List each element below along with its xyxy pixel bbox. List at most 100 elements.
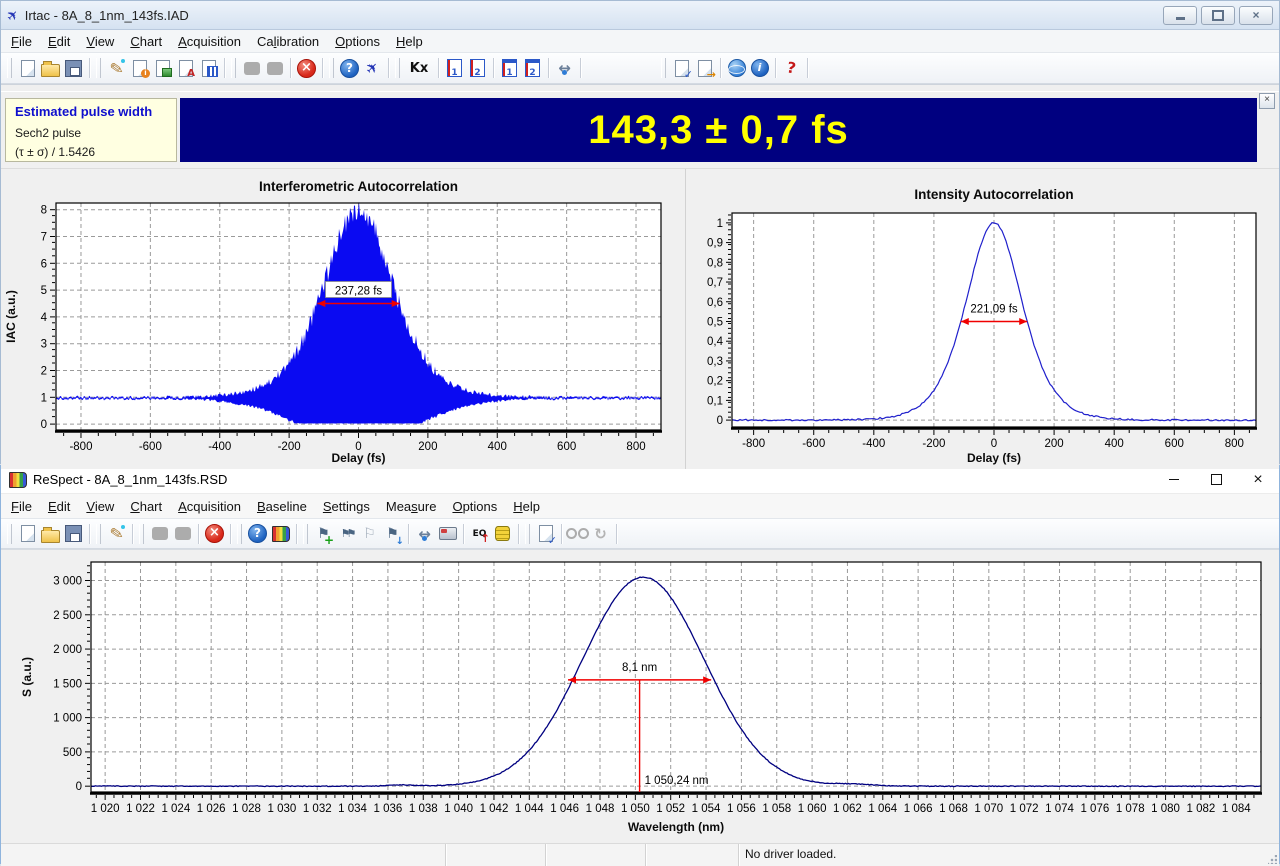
svg-text:1 060: 1 060 [798, 803, 827, 815]
toolbar-handle[interactable] [395, 58, 400, 78]
menu-item-calibration[interactable]: Calibration [249, 32, 327, 51]
menu-item-measure[interactable]: Measure [378, 497, 445, 516]
interferometric-autocorrelation-chart[interactable]: -800-600-400-2000200400600800012345678In… [1, 169, 683, 469]
toolbar-handle[interactable] [139, 524, 144, 544]
paste-disabled-icon [263, 57, 286, 79]
transfer-data-icon[interactable] [413, 523, 436, 545]
status-pane-2 [446, 844, 546, 866]
annotate-tool-icon[interactable] [105, 57, 128, 79]
irtac-tool-icon[interactable] [361, 57, 384, 79]
svg-text:1 022: 1 022 [126, 803, 155, 815]
validate-document-icon[interactable] [670, 57, 693, 79]
menu-item-file[interactable]: File [3, 497, 40, 516]
about-info-icon[interactable] [748, 57, 771, 79]
menu-item-file[interactable]: File [3, 32, 40, 51]
toolbar-handle[interactable] [661, 58, 666, 78]
menu-item-chart[interactable]: Chart [122, 497, 170, 516]
help-icon[interactable] [246, 523, 269, 545]
web-link-icon[interactable] [725, 57, 748, 79]
irtac-titlebar[interactable]: ✈ Irtac - 8A_8_1nm_143fs.IAD × [1, 1, 1279, 30]
toolbar-handle[interactable] [7, 58, 12, 78]
menu-item-options[interactable]: Options [327, 32, 388, 51]
export-image-icon[interactable] [151, 57, 174, 79]
toolbar-separator [807, 58, 808, 78]
respect-maximize-button[interactable] [1195, 466, 1237, 493]
svg-text:-400: -400 [208, 441, 231, 453]
result-panel-close-button[interactable]: × [1259, 93, 1275, 109]
spectrum-chart[interactable]: 1 0201 0221 0241 0261 0281 0301 0321 034… [1, 550, 1277, 842]
open-file-icon[interactable] [39, 523, 62, 545]
chart-2-icon[interactable]: 2 [466, 57, 489, 79]
save-file-icon[interactable] [62, 523, 85, 545]
irtac-close-button[interactable]: × [1239, 6, 1273, 25]
annotate-tool-icon[interactable] [105, 523, 128, 545]
menu-item-edit[interactable]: Edit [40, 497, 78, 516]
irtac-minimize-button[interactable] [1163, 6, 1197, 25]
transfer-data-icon[interactable] [553, 57, 576, 79]
kx-calibration-icon[interactable]: Kx [404, 57, 434, 79]
refresh-question-icon[interactable] [780, 57, 803, 79]
svg-text:1 070: 1 070 [974, 803, 1003, 815]
edit-chart-2-icon[interactable]: 2 [521, 57, 544, 79]
svg-text:0: 0 [76, 781, 82, 793]
toolbar-handle[interactable] [237, 524, 242, 544]
menu-item-baseline[interactable]: Baseline [249, 497, 315, 516]
irtac-restore-button[interactable] [1201, 6, 1235, 25]
menu-item-options[interactable]: Options [444, 497, 505, 516]
menu-item-view[interactable]: View [78, 32, 122, 51]
svg-text:2 000: 2 000 [53, 644, 82, 656]
toolbar-handle[interactable] [96, 58, 101, 78]
svg-text:1 030: 1 030 [267, 803, 296, 815]
svg-text:1: 1 [41, 392, 47, 404]
database-icon[interactable] [491, 523, 514, 545]
respect-manual-icon[interactable] [269, 523, 292, 545]
toolbar-handle[interactable] [525, 524, 530, 544]
validate-document-icon[interactable] [534, 523, 557, 545]
respect-minimize-button[interactable] [1153, 466, 1195, 493]
document-info-icon[interactable] [128, 57, 151, 79]
edit-chart-1-icon[interactable]: 1 [498, 57, 521, 79]
font-document-icon[interactable] [174, 57, 197, 79]
open-file-icon[interactable] [39, 57, 62, 79]
pulse-width-banner: 143,3 ± 0,7 fs [180, 98, 1257, 162]
toolbar-separator [438, 58, 439, 78]
toolbar-handle[interactable] [96, 524, 101, 544]
help-icon[interactable] [338, 57, 361, 79]
respect-titlebar[interactable]: ReSpect - 8A_8_1nm_143fs.RSD × [1, 466, 1279, 494]
menu-item-acquisition[interactable]: Acquisition [170, 497, 249, 516]
toolbar-handle[interactable] [7, 524, 12, 544]
resize-grip[interactable] [1265, 844, 1279, 866]
toolbar-handle[interactable] [231, 58, 236, 78]
new-document-icon[interactable] [16, 57, 39, 79]
chart-1-icon[interactable]: 1 [443, 57, 466, 79]
export-document-icon[interactable] [693, 57, 716, 79]
irtac-app-icon: ✈ [3, 5, 23, 25]
menu-item-acquisition[interactable]: Acquisition [170, 32, 249, 51]
toolbar-separator [224, 58, 225, 78]
respect-close-button[interactable]: × [1237, 466, 1279, 493]
menu-item-help[interactable]: Help [388, 32, 431, 51]
new-document-icon[interactable] [16, 523, 39, 545]
menu-item-chart[interactable]: Chart [122, 32, 170, 51]
report-document-icon[interactable] [197, 57, 220, 79]
equalizer-icon[interactable]: EQ [468, 523, 491, 545]
save-file-icon[interactable] [62, 57, 85, 79]
auto-marker-icon[interactable] [358, 523, 381, 545]
menu-item-view[interactable]: View [78, 497, 122, 516]
toolbar-handle[interactable] [303, 524, 308, 544]
add-marker-icon[interactable] [312, 523, 335, 545]
intensity-autocorrelation-chart[interactable]: -800-600-400-200020040060080000,10,20,30… [686, 169, 1279, 469]
menu-item-settings[interactable]: Settings [315, 497, 378, 516]
copy-marker-icon[interactable] [335, 523, 358, 545]
svg-text:1 052: 1 052 [656, 803, 685, 815]
svg-text:1 074: 1 074 [1045, 803, 1074, 815]
restore-icon [1212, 10, 1224, 21]
menu-item-help[interactable]: Help [505, 497, 548, 516]
snapshot-icon[interactable] [436, 523, 459, 545]
toolbar-separator [616, 524, 617, 544]
stop-acquisition-icon[interactable] [203, 523, 226, 545]
move-marker-icon[interactable] [381, 523, 404, 545]
menu-item-edit[interactable]: Edit [40, 32, 78, 51]
stop-acquisition-icon[interactable] [295, 57, 318, 79]
toolbar-handle[interactable] [329, 58, 334, 78]
